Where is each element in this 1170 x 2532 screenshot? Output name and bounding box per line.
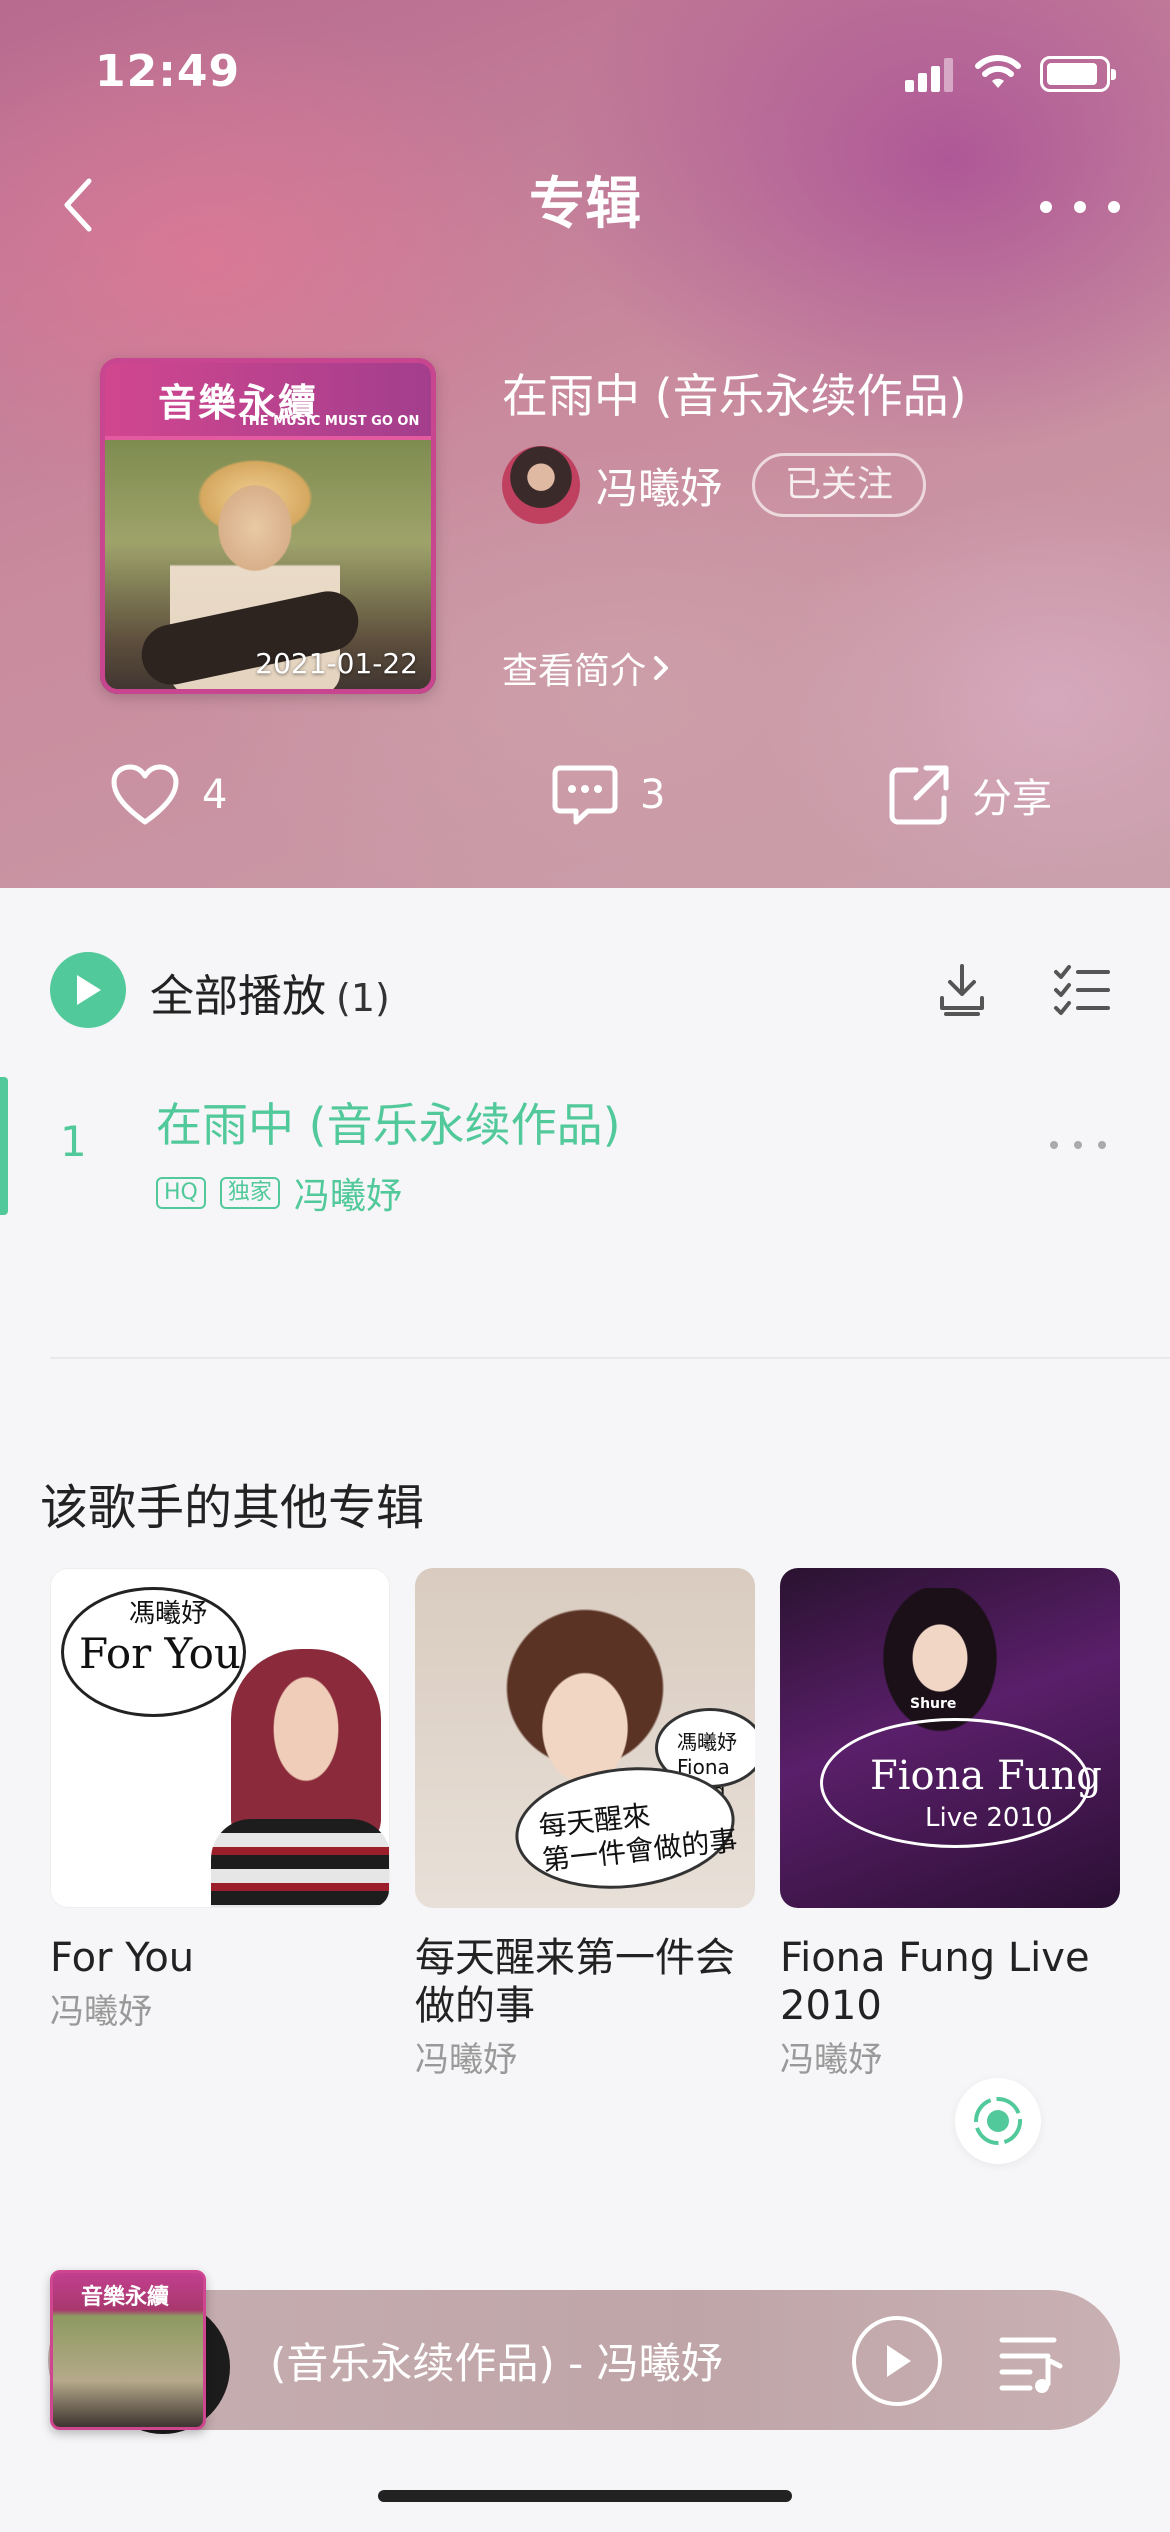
album-artist: 冯曦妤	[780, 2040, 882, 2080]
play-all-button[interactable]	[50, 952, 126, 1028]
mini-player-track: (音乐永续作品) - 冯曦妤	[270, 2339, 723, 2388]
album-cover: Shure Fiona Fung Live 2010	[780, 1568, 1120, 1908]
album-card[interactable]: Shure Fiona Fung Live 2010 Fiona Fung Li…	[780, 1568, 1120, 2081]
mini-player-cover[interactable]: 音樂永續	[50, 2270, 206, 2430]
play-all-label[interactable]: 全部播放 (1)	[150, 960, 390, 1024]
checklist-icon[interactable]	[1050, 958, 1114, 1022]
share-label: 分享	[972, 776, 1052, 822]
album-cover: 馮曦妤 Fiona Fung 每天醒來 第一件會做的事	[415, 1568, 755, 1908]
more-horizontal-icon	[1040, 201, 1052, 213]
like-count: 4	[202, 772, 228, 818]
comment-icon	[552, 765, 618, 825]
like-button[interactable]: 4	[110, 750, 227, 840]
album-actions: 4 3 分享	[0, 750, 1170, 840]
comment-button[interactable]: 3	[552, 750, 665, 840]
cellular-signal-icon	[905, 58, 953, 92]
album-cover: 馮曦妤 For You	[50, 1568, 390, 1908]
status-time: 12:49	[95, 46, 241, 97]
download-icon[interactable]	[930, 958, 994, 1022]
album-name: Fiona Fung Live 2010	[780, 1935, 1090, 2029]
share-icon	[889, 765, 949, 825]
status-bar: 12:49	[0, 0, 1170, 140]
play-all-row: 全部播放 (1)	[0, 940, 1170, 1040]
play-icon	[887, 2345, 911, 2377]
song-count: (1)	[336, 976, 390, 1020]
follow-button[interactable]: 已关注	[752, 453, 927, 517]
record-icon	[974, 2097, 1022, 2145]
artist-row: 冯曦妤 已关注	[502, 445, 927, 525]
song-meta: HQ 独家 冯曦妤	[156, 1167, 402, 1219]
playlist-icon[interactable]	[996, 2326, 1068, 2398]
page-title: 专辑	[529, 172, 641, 237]
chevron-right-icon	[654, 656, 669, 680]
song-artist: 冯曦妤	[293, 1176, 402, 1217]
section-title: 该歌手的其他专辑	[40, 1480, 425, 1536]
recognize-button[interactable]	[955, 2078, 1041, 2164]
album-card[interactable]: 馮曦妤 For You For You 冯曦妤	[50, 1568, 390, 2033]
battery-icon	[1040, 56, 1116, 92]
comment-count: 3	[640, 772, 666, 818]
list-item[interactable]: 1 在雨中 (音乐永续作品) HQ 独家 冯曦妤	[0, 1075, 1170, 1217]
album-card[interactable]: 馮曦妤 Fiona Fung 每天醒來 第一件會做的事 每天醒来第一件会做的事 …	[415, 1568, 755, 2081]
heart-icon	[111, 764, 179, 825]
home-indicator	[378, 2490, 792, 2502]
exclusive-badge: 独家	[219, 1177, 280, 1209]
album-artist: 冯曦妤	[415, 2040, 517, 2080]
song-title: 在雨中 (音乐永续作品)	[156, 1098, 621, 1152]
album-title: 在雨中 (音乐永续作品)	[502, 369, 967, 423]
mini-play-button[interactable]	[852, 2316, 942, 2406]
album-cover[interactable]: 音樂永續 THE MUSIC MUST GO ON 2021-01-22	[100, 358, 436, 694]
divider	[50, 1357, 1170, 1359]
song-index: 1	[60, 1117, 87, 1166]
hq-badge: HQ	[156, 1177, 206, 1209]
album-name: For You	[50, 1935, 195, 1981]
album-artist: 冯曦妤	[50, 1992, 152, 2032]
more-button[interactable]	[1040, 182, 1120, 232]
now-playing-indicator	[0, 1077, 8, 1215]
album-header: 12:49 专辑 音樂永續 THE MUSIC MUST GO ON 2021-…	[0, 0, 1170, 888]
artist-name[interactable]: 冯曦妤	[596, 455, 722, 516]
share-button[interactable]: 分享	[888, 750, 1052, 840]
wifi-icon	[975, 55, 1021, 88]
song-more-button[interactable]	[1050, 1130, 1106, 1160]
avatar[interactable]	[502, 446, 580, 524]
view-intro-label: 查看简介	[502, 651, 647, 692]
view-intro-link[interactable]: 查看简介	[502, 642, 670, 694]
album-name: 每天醒来第一件会做的事	[415, 1935, 735, 2029]
more-horizontal-icon	[1050, 1141, 1058, 1149]
play-icon	[77, 975, 101, 1005]
